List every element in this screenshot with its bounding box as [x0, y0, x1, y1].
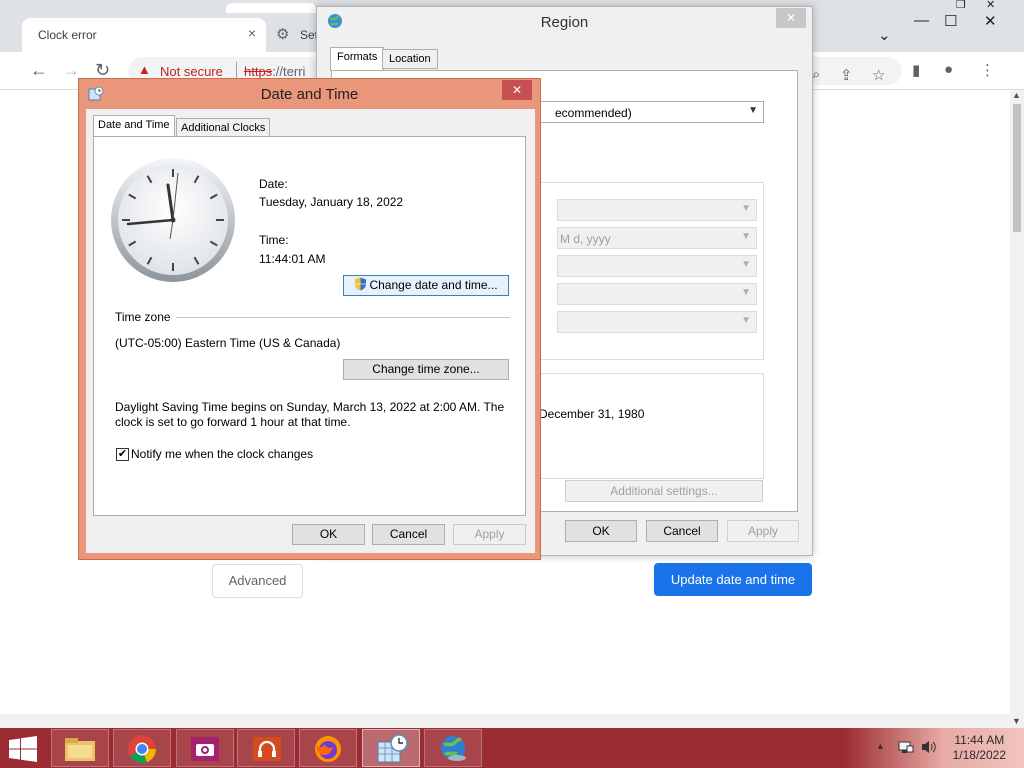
date-time-settings-icon[interactable]	[362, 729, 420, 767]
time-zone-value: (UTC-05:00) Eastern Time (US & Canada)	[115, 336, 341, 350]
chevron-down-icon: ▼	[741, 259, 751, 270]
bookmark-star-icon[interactable]: ☆	[872, 66, 885, 84]
region-settings-icon[interactable]	[424, 729, 482, 767]
region-title: Region	[540, 14, 589, 31]
back-icon[interactable]: ←	[30, 60, 48, 81]
region-ok-button[interactable]: OK	[565, 520, 637, 542]
chevron-down-icon: ▼	[741, 203, 751, 214]
change-time-zone-button[interactable]: Change time zone...	[343, 359, 509, 380]
time-value: 11:44:01 AM	[259, 252, 326, 266]
short-time-select[interactable]: ▼	[557, 255, 757, 277]
time-zone-heading: Time zone	[115, 310, 171, 324]
camera-icon[interactable]	[176, 729, 234, 767]
tab-clock-error[interactable]: Clock error ×	[22, 18, 266, 52]
horizontal-scrollbar[interactable]	[0, 714, 1010, 728]
scroll-up-icon[interactable]: ▲	[1012, 90, 1021, 100]
file-explorer-icon[interactable]	[51, 729, 109, 767]
maximize-icon[interactable]: ☐	[944, 12, 957, 30]
scroll-down-icon[interactable]: ▼	[1012, 716, 1021, 726]
zoom-icon[interactable]: ⌕	[812, 66, 820, 83]
date-time-close-button[interactable]: ✕	[502, 80, 532, 100]
side-panel-icon[interactable]: ▮	[912, 61, 920, 79]
apply-button[interactable]: Apply	[453, 524, 526, 545]
short-date-select[interactable]: ▼	[557, 199, 757, 221]
date-label: Date:	[259, 177, 288, 191]
tab-formats[interactable]: Formats	[330, 47, 385, 71]
date-value: Tuesday, January 18, 2022	[259, 195, 404, 209]
dst-line-1: Daylight Saving Time begins on Sunday, M…	[115, 400, 505, 414]
tab-title: Clock error	[38, 28, 97, 42]
date-time-dialog: Date and Time ✕ Date and Time Additional…	[78, 78, 541, 560]
long-date-select[interactable]: M d, yyyy ▼	[557, 227, 757, 249]
chevron-down-icon: ▼	[741, 287, 751, 298]
long-date-value: M d, yyyy	[560, 232, 611, 246]
dst-line-2: clock is set to go forward 1 hour at tha…	[115, 415, 351, 429]
format-select-value: ecommended)	[555, 106, 632, 120]
close-icon[interactable]: ✕	[986, 0, 995, 11]
dialog-client: Date and Time Additional Clocks Date: Tu…	[86, 109, 535, 553]
tab-location[interactable]: Location	[382, 49, 438, 69]
url-text: https://terri	[244, 64, 305, 79]
region-cancel-button[interactable]: Cancel	[646, 520, 718, 542]
time-label: Time:	[259, 233, 289, 247]
date-time-title: Date and Time	[260, 86, 359, 103]
minimize-icon[interactable]: —	[914, 12, 929, 29]
cancel-button[interactable]: Cancel	[372, 524, 445, 545]
chevron-down-icon[interactable]: ⌄	[878, 26, 891, 44]
scroll-thumb[interactable]	[1013, 104, 1021, 232]
volume-icon[interactable]	[920, 739, 938, 758]
warning-icon: ▲	[138, 62, 151, 77]
close-window-icon[interactable]: ✕	[984, 12, 997, 30]
update-date-time-button[interactable]: Update date and time	[654, 563, 812, 596]
url-host: ://terri	[272, 64, 306, 79]
example-long-date: December 31, 1980	[539, 407, 645, 421]
network-icon[interactable]	[898, 739, 914, 758]
menu-icon[interactable]: ⋮	[980, 61, 995, 79]
vertical-scrollbar[interactable]: ▲ ▼	[1010, 90, 1024, 728]
url-scheme: https	[244, 64, 273, 79]
clock-time: 11:44 AM	[954, 733, 1005, 747]
tab-sliver	[226, 3, 316, 13]
date-time-panel: Date: Tuesday, January 18, 2022 Time: 11…	[93, 136, 526, 516]
clock-date: 1/18/2022	[952, 748, 1006, 762]
tab-additional-clocks[interactable]: Additional Clocks	[176, 118, 271, 137]
region-apply-button[interactable]: Apply	[727, 520, 799, 542]
chevron-down-icon: ▼	[741, 315, 751, 326]
divider	[236, 62, 237, 79]
not-secure-label: Not secure	[160, 64, 223, 79]
taskbar-clock[interactable]: 11:44 AM 1/18/2022	[953, 733, 1006, 763]
firefox-icon[interactable]	[299, 729, 357, 767]
notify-label[interactable]: Notify me when the clock changes	[131, 447, 313, 461]
restore-icon[interactable]: ❐	[956, 0, 966, 11]
chrome-icon[interactable]	[113, 729, 171, 767]
first-day-select[interactable]: ▼	[557, 311, 757, 333]
close-tab-icon[interactable]: ×	[248, 25, 256, 41]
shield-icon	[354, 277, 367, 297]
divider	[176, 317, 510, 318]
region-close-button[interactable]: ✕	[776, 8, 806, 28]
change-date-time-button[interactable]: Change date and time...	[343, 275, 509, 296]
profile-icon[interactable]: ●	[944, 61, 953, 78]
show-hidden-icons-icon[interactable]: ▲	[876, 741, 885, 751]
additional-settings-button[interactable]: Additional settings...	[565, 480, 763, 502]
tab-date-and-time[interactable]: Date and Time	[93, 115, 175, 138]
change-date-time-label: Change date and time...	[369, 278, 498, 292]
address-bar-end: ⌕ ⇪ ☆	[812, 57, 902, 85]
notify-checkbox[interactable]: ✔	[116, 448, 129, 461]
advanced-button[interactable]: Advanced	[212, 564, 303, 598]
gear-icon: ⚙	[276, 26, 290, 43]
windows-start-icon[interactable]	[8, 736, 38, 765]
chevron-down-icon: ▼	[748, 105, 758, 116]
music-icon[interactable]	[237, 729, 295, 767]
share-icon[interactable]: ⇪	[840, 66, 853, 84]
analog-clock	[111, 158, 235, 282]
chevron-down-icon: ▼	[741, 231, 751, 242]
taskbar: ▲ 11:44 AM 1/18/2022	[0, 728, 1024, 768]
long-time-select[interactable]: ▼	[557, 283, 757, 305]
ok-button[interactable]: OK	[292, 524, 365, 545]
